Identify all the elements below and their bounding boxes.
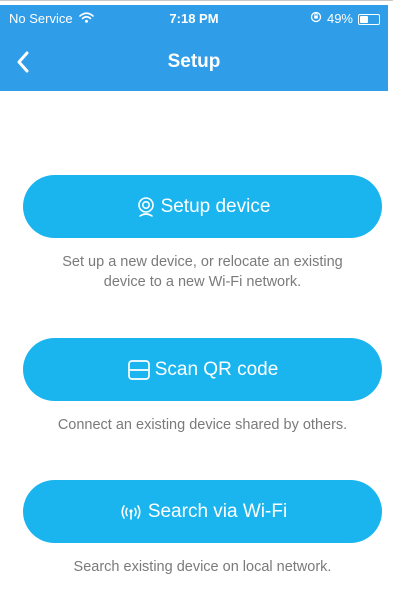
battery-fill (360, 15, 368, 23)
setup-device-section: Setup device Set up a new device, or rel… (23, 175, 382, 292)
status-bar: No Service 7:18 PM 49% (0, 5, 388, 33)
search-wifi-description: Search existing device on local network. (73, 559, 332, 575)
setup-device-label: Setup device (160, 195, 271, 217)
top-edge (0, 0, 393, 1)
orientation-lock-icon (310, 5, 322, 33)
search-wifi-section: Search via Wi-Fi Search existing device … (23, 480, 382, 577)
search-wifi-button[interactable]: Search via Wi-Fi (23, 480, 382, 543)
scan-qr-button[interactable]: Scan QR code (23, 338, 382, 401)
status-right: 49% (310, 5, 380, 33)
setup-device-button[interactable]: Setup device (23, 175, 382, 238)
webcam-icon (135, 196, 157, 218)
search-wifi-label: Search via Wi-Fi (147, 500, 288, 522)
scan-qr-label: Scan QR code (154, 358, 279, 380)
setup-device-description: Set up a new device, or relocate an exis… (62, 254, 343, 290)
header: No Service 7:18 PM 49% Setup (0, 5, 388, 91)
scan-qr-description: Connect an existing device shared by oth… (57, 417, 348, 433)
qr-scan-icon (127, 358, 151, 382)
page-title: Setup (167, 51, 221, 72)
scan-qr-section: Scan QR code Connect an existing device … (23, 338, 382, 435)
wifi-broadcast-icon (118, 502, 144, 522)
battery-icon (358, 13, 380, 25)
battery-percent: 49% (326, 11, 353, 26)
nav-bar: Setup (0, 37, 388, 87)
